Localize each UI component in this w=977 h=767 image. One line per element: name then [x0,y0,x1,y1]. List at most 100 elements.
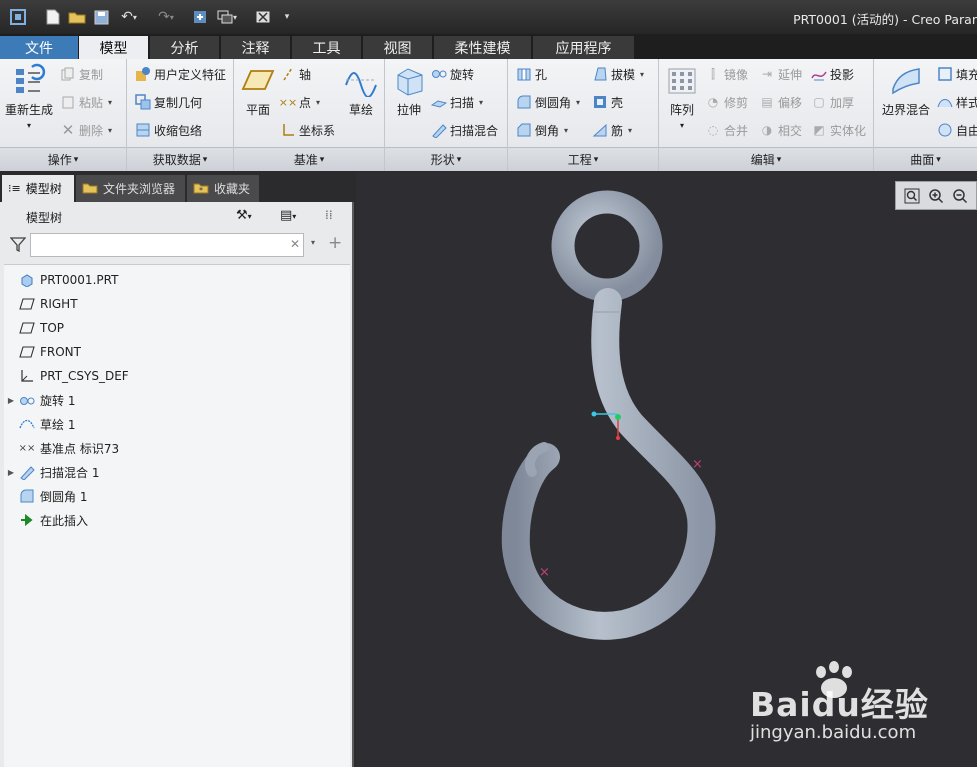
sketch-button[interactable]: 草绘 [342,63,380,118]
merge-icon: ◌ [707,123,719,137]
app-logo-icon[interactable] [8,8,28,26]
clear-filter-icon[interactable]: ✕ [290,237,300,251]
delete-button[interactable]: ✕ 删除 ▾ [60,120,112,140]
tree-search-input[interactable] [30,233,304,257]
settings-tools-icon[interactable]: ⚒▾ [236,208,252,223]
expand-arrow-icon[interactable]: ▶ [4,396,18,405]
csys-button[interactable]: 坐标系 [280,120,335,140]
expand-arrow-icon[interactable]: ▶ [4,468,18,477]
shrinkwrap-button[interactable]: 收缩包络 [135,120,202,140]
project-button[interactable]: 投影 [811,64,854,84]
merge-button[interactable]: ◌ 合并 [705,120,748,140]
tree-item[interactable]: 倒圆角 1 [4,485,87,507]
delete-x-icon: ✕ [61,121,75,139]
tab-model-tree[interactable]: ⁝≡ 模型树 [2,175,74,202]
revolve-button[interactable]: 旋转 [431,64,474,84]
swept-blend-button[interactable]: 扫描混合 [431,120,498,140]
datum-point-icon: ×× [18,442,36,454]
chevron-down-icon[interactable]: ▾ [27,121,31,130]
boundary-blend-button[interactable]: 边界混合 [878,63,934,118]
style-button[interactable]: 样式 [937,92,977,112]
thicken-button[interactable]: ▢ 加厚 [811,92,854,112]
tree-item[interactable]: 草绘 1 [4,413,75,435]
extend-button[interactable]: ⇥ 延伸 [759,64,802,84]
tree-item[interactable]: PRT_CSYS_DEF [4,365,129,387]
redo-icon[interactable]: ↷ ▾ [152,8,180,26]
trim-button[interactable]: ◔ 修剪 [705,92,748,112]
extrude-button[interactable]: 拉伸 [391,63,427,118]
rib-button[interactable]: 筋 ▾ [592,120,632,140]
pattern-button[interactable]: 阵列 ▾ [665,63,699,130]
datum-plane-icon [18,296,36,312]
point-button[interactable]: ×× 点 ▾ [279,92,320,112]
customize-toolbar-icon[interactable]: ▾ [280,8,294,26]
filter-settings-icon[interactable]: ⁞⁞ [325,208,333,222]
tab-file[interactable]: 文件 [0,36,79,59]
save-icon[interactable] [92,8,110,26]
group-title-operations[interactable]: 操作 [0,147,126,171]
copy-button[interactable]: 复制 [60,64,103,84]
tree-item[interactable]: ▶ 旋转 1 [4,389,76,411]
windows-icon[interactable]: ▾ [214,8,240,26]
tree-item[interactable]: 在此插入 [4,509,88,531]
round-button[interactable]: 倒圆角 ▾ [516,92,580,112]
udf-button[interactable]: 用户定义特征 [135,64,226,84]
datum-point-marker: × [692,457,703,472]
group-title-editing[interactable]: 编辑 [659,147,873,171]
tree-item[interactable]: ▶ 扫描混合 1 [4,461,99,483]
show-list-icon[interactable]: ▤▾ [280,208,296,223]
new-file-icon[interactable] [44,8,62,26]
model-tree: PRT0001.PRT RIGHT TOP FRONT PRT_CSYS_DEF ▶ 旋转 … [4,264,350,767]
group-title-shapes[interactable]: 形状 [385,147,507,171]
tab-applications[interactable]: 应用程序 [533,36,635,59]
tab-model[interactable]: 模型 [79,36,149,59]
swept-blend-icon [431,122,447,138]
hole-button[interactable]: 孔 [516,64,547,84]
tree-item[interactable]: FRONT [4,341,81,363]
solidify-button[interactable]: ◩ 实体化 [811,120,866,140]
regenerate-icon[interactable] [190,8,210,26]
tree-item-label: PRT_CSYS_DEF [40,369,129,383]
tab-flexible-modeling[interactable]: 柔性建模 [434,36,532,59]
filter-funnel-icon[interactable] [9,236,27,255]
offset-button[interactable]: ▤ 偏移 [759,92,802,112]
plane-button[interactable]: 平面 [240,63,276,118]
tab-favorites[interactable]: * 收藏夹 [187,175,259,202]
undo-icon[interactable]: ↶ ▾ [115,8,143,26]
freestyle-button[interactable]: 自由 [937,120,977,140]
mirror-button[interactable]: ⫿ 镜像 [705,64,748,84]
paste-button[interactable]: 粘贴 ▾ [60,92,112,112]
tab-view[interactable]: 视图 [363,36,433,59]
tab-annotate[interactable]: 注释 [221,36,291,59]
shell-button[interactable]: 壳 [592,92,623,112]
tree-item[interactable]: ×× 基准点 标识73 [4,437,119,459]
graphics-viewport[interactable]: × × Baidu经验 jingyan.baidu.com [356,172,977,767]
tree-item[interactable]: PRT0001.PRT [4,269,118,291]
fill-button[interactable]: 填充 [937,64,977,84]
axis-button[interactable]: 轴 [280,64,311,84]
tab-folder-browser[interactable]: 文件夹浏览器 [76,175,185,202]
tree-item[interactable]: RIGHT [4,293,78,315]
boundary-blend-icon [892,68,920,95]
group-surfaces: 边界混合 填充 样式 自由 曲面 [874,59,977,171]
chamfer-button[interactable]: 倒角 ▾ [516,120,568,140]
intersect-button[interactable]: ◑ 相交 [759,120,802,140]
close-window-icon[interactable] [254,8,272,26]
intersect-icon: ◑ [761,123,773,137]
group-title-surfaces[interactable]: 曲面 [874,147,977,171]
watermark-url: jingyan.baidu.com [750,722,917,743]
chevron-down-icon[interactable]: ▾ [680,121,684,130]
copy-geometry-button[interactable]: 复制几何 [135,92,202,112]
draft-button[interactable]: 拔模 ▾ [592,64,644,84]
group-title-datum[interactable]: 基准 [234,147,384,171]
tree-item[interactable]: TOP [4,317,64,339]
tab-analysis[interactable]: 分析 [150,36,220,59]
regenerate-button[interactable]: 重新生成 ▾ [4,63,54,130]
tab-tools[interactable]: 工具 [292,36,362,59]
chevron-down-icon[interactable]: ▾ [311,238,315,247]
group-title-engineering[interactable]: 工程 [508,147,658,171]
sweep-button[interactable]: 扫描 ▾ [431,92,483,112]
group-title-get-data[interactable]: 获取数据 [127,147,233,171]
add-filter-icon[interactable]: + [328,233,342,253]
open-folder-icon[interactable] [67,8,87,26]
